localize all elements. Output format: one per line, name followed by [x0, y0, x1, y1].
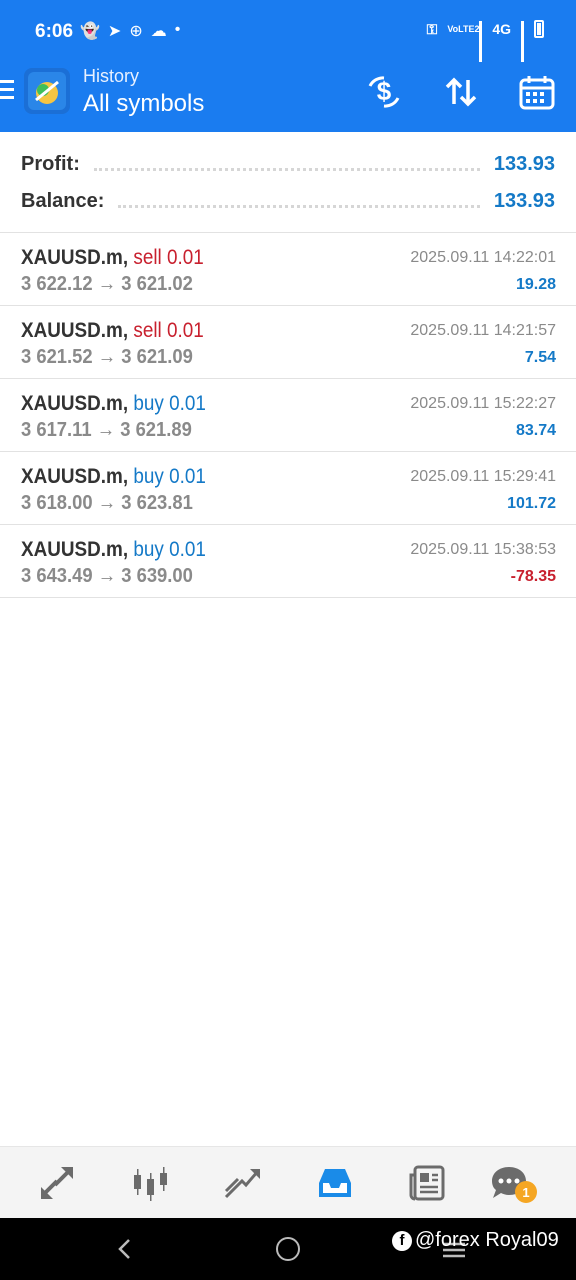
deposit-currency-icon[interactable]: $: [364, 72, 404, 112]
deal-direction: sell 0.01: [133, 319, 204, 342]
deal-profit: 83.74: [515, 422, 556, 439]
volte-label: VoLTE2: [447, 23, 480, 34]
deal-time: 2025.09.11 15:29:41: [410, 468, 556, 485]
deal-time: 2025.09.11 15:38:53: [410, 541, 556, 558]
watermark-text: @forex Royal09: [415, 1229, 559, 1251]
deal-prices: 3 621.52 → 3 621.09: [21, 346, 193, 368]
chat-icon[interactable]: 1: [489, 1163, 537, 1203]
deal-symbol-name: XAUUSD.m,: [21, 538, 129, 561]
deal-row[interactable]: XAUUSD.m, buy 0.01 3 618.00 → 3 623.81 2…: [0, 452, 576, 525]
deal-symbol-name: XAUUSD.m,: [21, 246, 129, 269]
deal-direction: buy 0.01: [133, 538, 206, 561]
deal-symbol-name: XAUUSD.m,: [21, 392, 129, 415]
calendar-icon[interactable]: [517, 72, 557, 112]
battery-icon: [534, 20, 544, 38]
deal-prices: 3 643.49 → 3 639.00: [21, 565, 193, 587]
toolbar-subtitle: History: [83, 66, 140, 86]
cloud-icon: ☁: [150, 23, 167, 40]
deal-direction: buy 0.01: [133, 465, 206, 488]
history-icon[interactable]: [315, 1163, 355, 1203]
status-time: 6:06: [35, 21, 74, 42]
toolbar: History All symbols $: [0, 64, 576, 132]
deal-row[interactable]: XAUUSD.m, buy 0.01 3 617.11 → 3 621.89 2…: [0, 379, 576, 452]
deal-direction: buy 0.01: [133, 392, 206, 415]
deal-profit: 101.72: [507, 495, 556, 512]
deals-list: XAUUSD.m, sell 0.01 3 622.12 → 3 621.02 …: [0, 233, 576, 598]
app-logo-icon: [24, 68, 70, 114]
status-bar: 6:06 👻 ➤ ⊕ ☁ • ⚿ VoLTE2 4G: [0, 0, 576, 64]
menu-icon[interactable]: [0, 80, 16, 102]
signal-icon: [479, 21, 483, 62]
chat-badge: 1: [515, 1181, 537, 1203]
notification-icons: 👻 ➤ ⊕ ☁ •: [80, 21, 180, 41]
deal-symbol: XAUUSD.m, buy 0.01: [21, 465, 206, 489]
signal-icon-2: [521, 21, 524, 62]
deal-row[interactable]: XAUUSD.m, sell 0.01 3 621.52 → 3 621.09 …: [0, 306, 576, 379]
deal-symbol-name: XAUUSD.m,: [21, 465, 129, 488]
balance-value: 133.93: [493, 189, 555, 212]
dotted-leader: [93, 158, 480, 171]
deal-prices: 3 622.12 → 3 621.02: [21, 273, 193, 295]
quotes-icon[interactable]: [37, 1163, 77, 1203]
deal-symbol: XAUUSD.m, sell 0.01: [21, 319, 204, 343]
summary: Profit: 133.93 Balance: 133.93: [0, 132, 576, 233]
dotted-leader: [118, 195, 480, 208]
deal-symbol: XAUUSD.m, buy 0.01: [21, 392, 206, 416]
system-nav-bar: f @forex Royal09: [0, 1218, 576, 1280]
profit-row: Profit: 133.93: [21, 149, 555, 179]
deal-direction: sell 0.01: [133, 246, 204, 269]
dot-icon: •: [174, 21, 181, 38]
news-icon[interactable]: [407, 1163, 447, 1203]
deal-symbol: XAUUSD.m, sell 0.01: [21, 246, 204, 270]
deal-time: 2025.09.11 14:21:57: [410, 322, 556, 339]
profit-label: Profit:: [21, 152, 80, 175]
facebook-icon: f: [392, 1230, 412, 1251]
vpn-key-icon: ⚿: [426, 20, 438, 37]
deal-profit: -78.35: [510, 568, 556, 585]
sort-icon[interactable]: [441, 72, 481, 112]
network-type-label: 4G: [492, 21, 511, 37]
deal-symbol: XAUUSD.m, buy 0.01: [21, 538, 206, 562]
system-icons: ⚿ VoLTE2 4G: [426, 20, 544, 62]
watermark: f @forex Royal09: [392, 1229, 559, 1252]
snapchat-icon: 👻: [80, 23, 100, 40]
add-circle-icon: ⊕: [129, 23, 143, 40]
deal-row[interactable]: XAUUSD.m, sell 0.01 3 622.12 → 3 621.02 …: [0, 233, 576, 306]
deal-time: 2025.09.11 15:22:27: [410, 395, 556, 412]
deal-profit: 7.54: [524, 349, 556, 366]
deal-time: 2025.09.11 14:22:01: [410, 249, 556, 266]
balance-label: Balance:: [21, 189, 105, 212]
deal-row[interactable]: XAUUSD.m, buy 0.01 3 643.49 → 3 639.00 2…: [0, 525, 576, 598]
profit-value: 133.93: [493, 152, 555, 175]
top-bar: 6:06 👻 ➤ ⊕ ☁ • ⚿ VoLTE2 4G History All s…: [0, 0, 576, 132]
trade-icon[interactable]: [222, 1163, 262, 1203]
bottom-nav: 1: [0, 1146, 576, 1219]
telegram-icon: ➤: [107, 23, 122, 40]
deal-prices: 3 617.11 → 3 621.89: [21, 419, 192, 441]
back-icon[interactable]: [112, 1234, 138, 1264]
svg-text:$: $: [377, 76, 392, 106]
deal-symbol-name: XAUUSD.m,: [21, 319, 129, 342]
home-icon[interactable]: [276, 1237, 300, 1261]
chart-icon[interactable]: [130, 1163, 170, 1203]
deal-profit: 19.28: [515, 276, 556, 293]
deal-prices: 3 618.00 → 3 623.81: [21, 492, 193, 514]
balance-row: Balance: 133.93: [21, 186, 555, 216]
page-title[interactable]: All symbols: [83, 90, 204, 118]
